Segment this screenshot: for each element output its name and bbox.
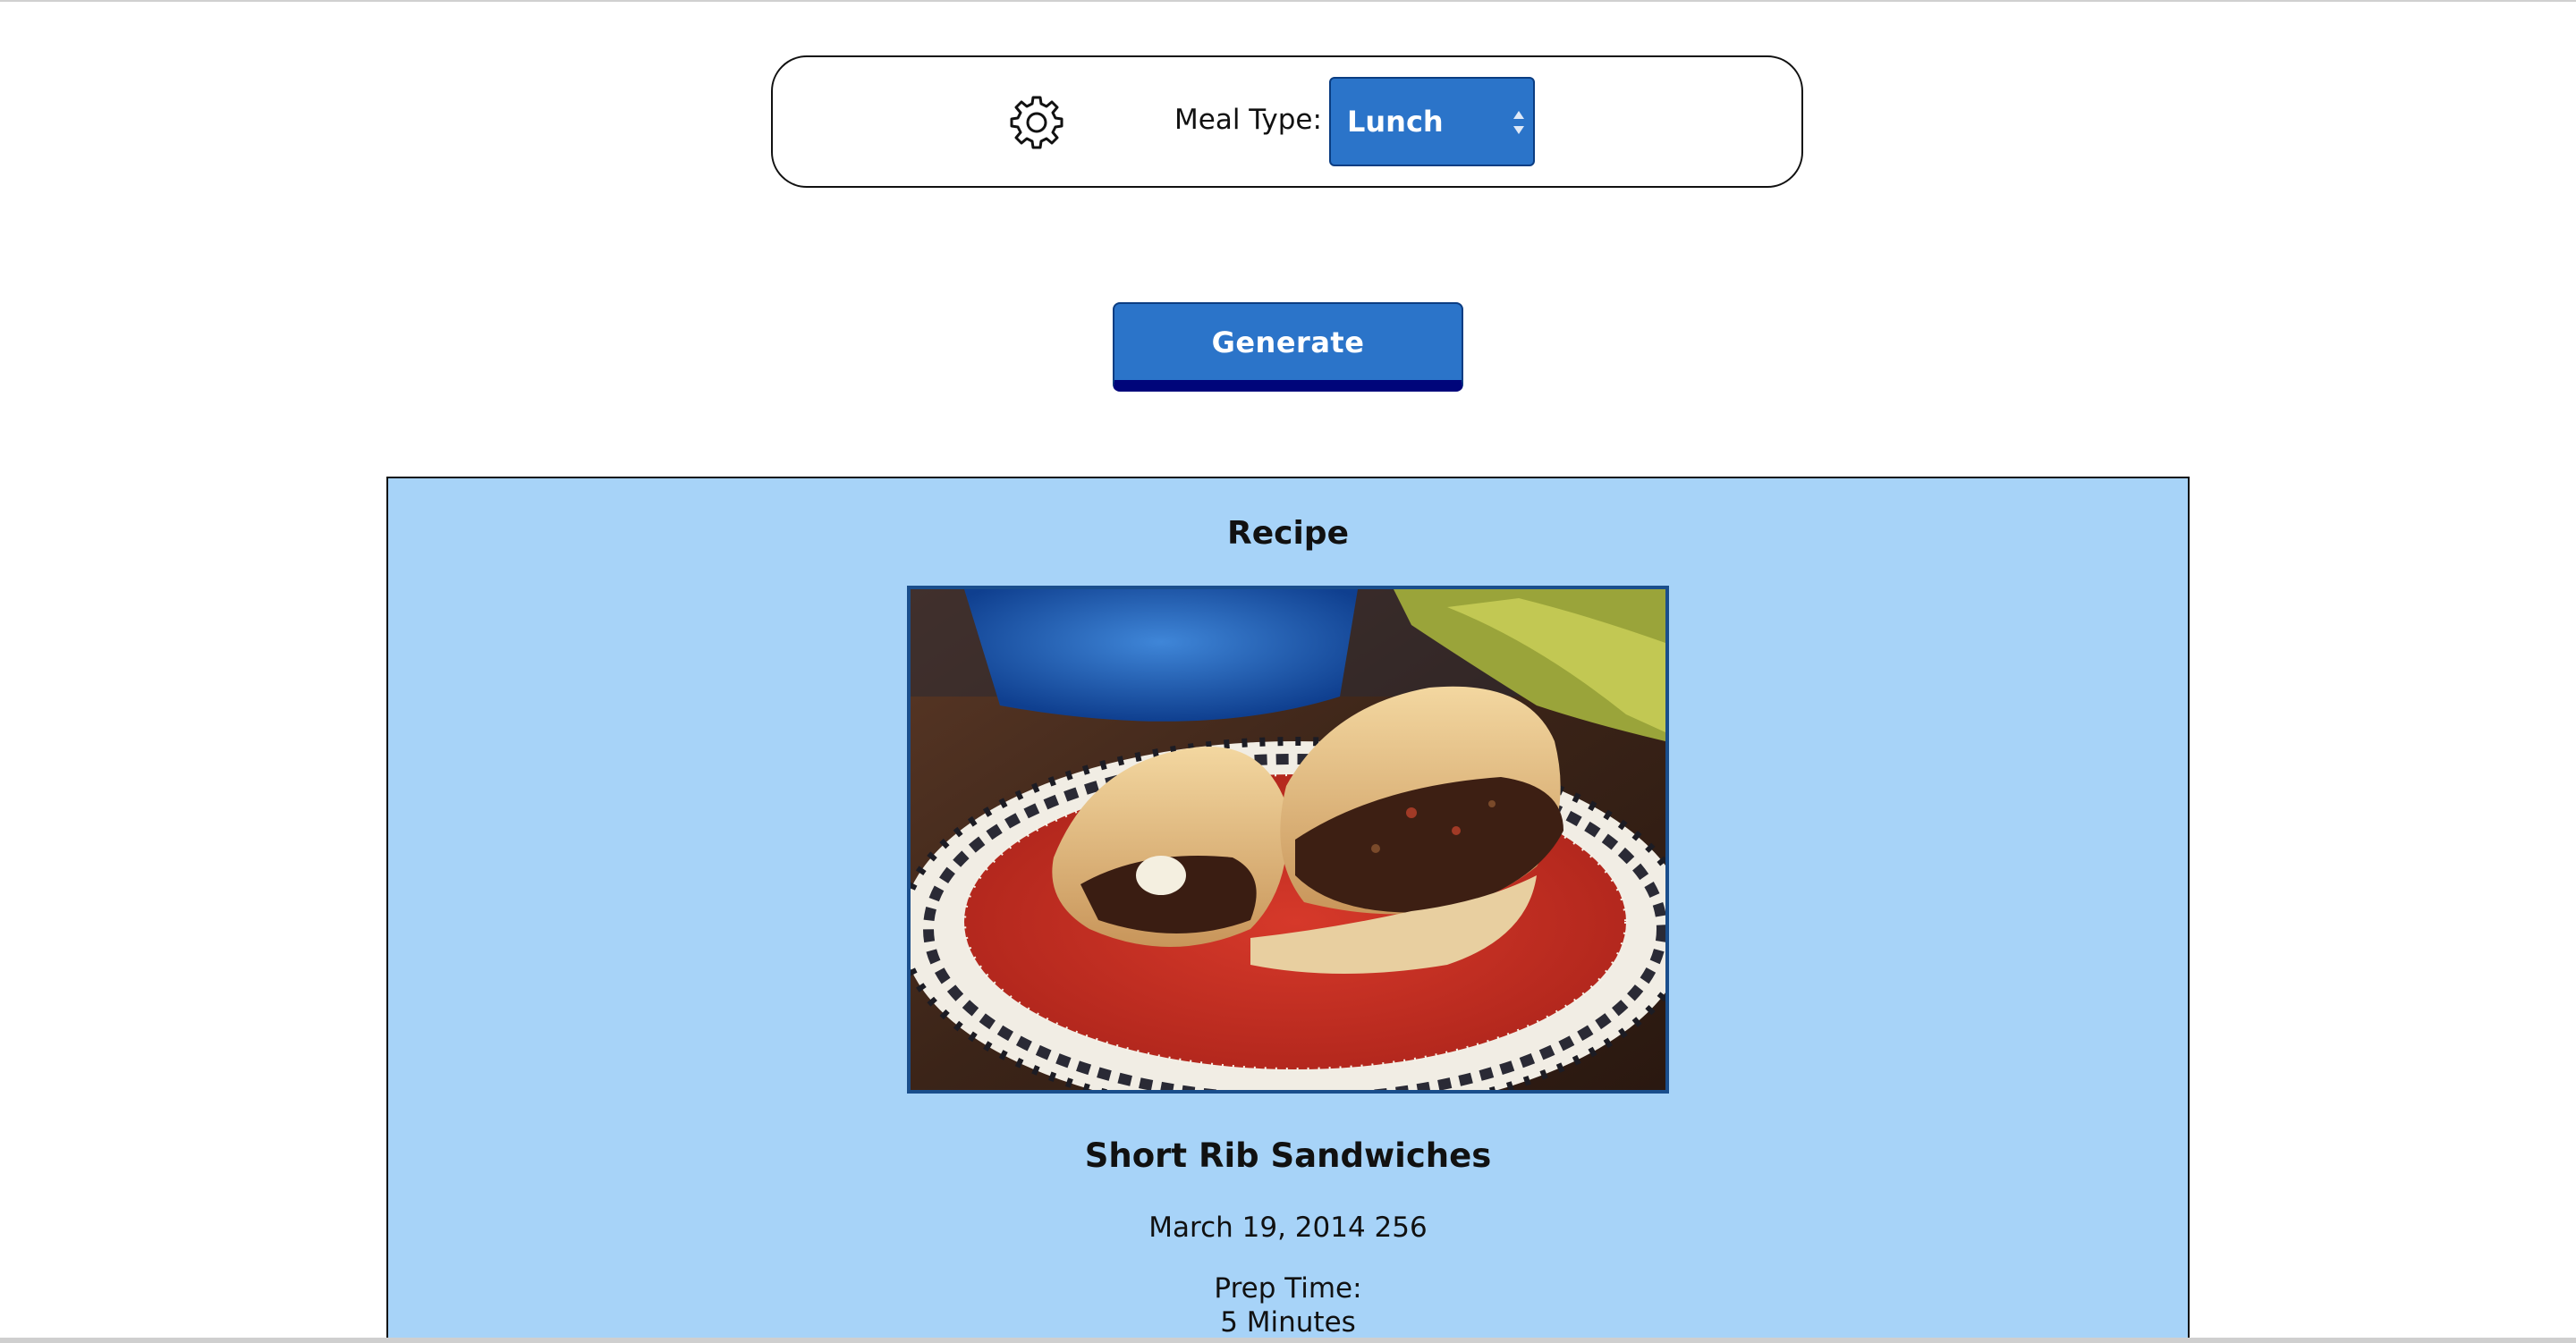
recipe-title: Short Rib Sandwiches	[1084, 1136, 1492, 1175]
gear-icon[interactable]	[1007, 93, 1066, 152]
prep-time-label: Prep Time:	[1214, 1272, 1362, 1305]
meal-type-selected-value: Lunch	[1347, 105, 1444, 139]
settings-bar: Meal Type: Lunch	[771, 55, 1803, 188]
recipe-image	[907, 586, 1669, 1094]
recipe-meta: March 19, 2014 256	[1148, 1212, 1428, 1244]
meal-type-label: Meal Type:	[1174, 104, 1322, 136]
prep-time-value: 5 Minutes	[1220, 1306, 1356, 1339]
generate-button[interactable]: Generate	[1113, 302, 1463, 392]
page: Meal Type: Lunch Generate Recipe Short R…	[0, 0, 2576, 1343]
select-arrows-icon	[1512, 109, 1526, 136]
meal-type-select[interactable]: Lunch	[1329, 77, 1535, 166]
recipe-heading: Recipe	[1226, 515, 1349, 552]
window-bottom-edge	[0, 1338, 2576, 1343]
recipe-card: Recipe Short Rib Sandwiches March 19, 20…	[386, 477, 2190, 1343]
